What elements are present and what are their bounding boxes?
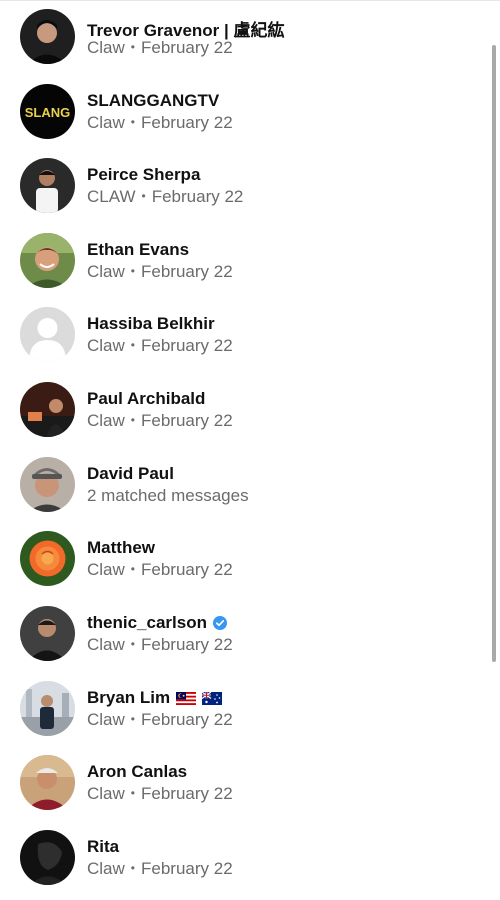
- message-meta: Claw • February 22: [87, 336, 233, 355]
- result-row[interactable]: Ethan Evans Claw • February 22: [0, 224, 490, 298]
- message-meta: Claw • February 22: [87, 38, 233, 57]
- contact-name: David Paul: [87, 464, 174, 483]
- default-avatar-icon: [20, 307, 75, 362]
- matched-messages-text: 2 matched messages: [87, 486, 249, 505]
- avatar: [20, 158, 75, 213]
- result-row[interactable]: David Paul 2 matched messages: [0, 448, 490, 522]
- contact-name: Rita: [87, 837, 120, 856]
- avatar: [20, 233, 75, 288]
- result-row[interactable]: Aron Canlas Claw • February 22: [0, 746, 490, 820]
- result-row[interactable]: Peirce Sherpa CLAW • February 22: [0, 149, 490, 223]
- avatar: [20, 382, 75, 437]
- avatar: [20, 531, 75, 586]
- avatar: [20, 681, 75, 736]
- australia-flag-icon: [202, 691, 223, 705]
- contact-name: Peirce Sherpa: [87, 165, 201, 184]
- scrollbar[interactable]: [492, 45, 496, 662]
- message-meta: Claw • February 22: [87, 262, 233, 281]
- avatar: [20, 830, 75, 885]
- contact-name: Matthew: [87, 538, 155, 557]
- message-meta: Claw • February 22: [87, 859, 233, 878]
- message-meta: Claw • February 22: [87, 411, 233, 430]
- result-row[interactable]: Paul Archibald Claw • February 22: [0, 373, 490, 447]
- avatar: [20, 457, 75, 512]
- avatar: [20, 755, 75, 810]
- avatar: [20, 606, 75, 661]
- contact-name: Hassiba Belkhir: [87, 314, 215, 333]
- result-row[interactable]: SLANG SLANGGANGTV Claw • February 22: [0, 75, 490, 149]
- message-meta: Claw • February 22: [87, 784, 233, 803]
- message-meta: Claw • February 22: [87, 113, 233, 132]
- avatar: [20, 9, 75, 64]
- contact-name: Ethan Evans: [87, 240, 190, 259]
- contact-name: SLANGGANGTV: [87, 91, 220, 110]
- contact-name: thenic_carlson: [87, 613, 227, 633]
- malaysia-flag-icon: [176, 691, 197, 705]
- message-meta: CLAW • February 22: [87, 187, 244, 206]
- contact-name: Aron Canlas: [87, 762, 188, 781]
- result-row[interactable]: Trevor Gravenor | 盧紀紘 Claw • February 22: [0, 0, 490, 74]
- slang-logo-text: SLANG: [25, 105, 71, 120]
- contact-name: Bryan Lim: [87, 688, 223, 708]
- contact-name: Paul Archibald: [87, 389, 206, 408]
- result-row[interactable]: Matthew Claw • February 22: [0, 522, 490, 596]
- result-row[interactable]: Bryan Lim Claw • February 22: [0, 672, 490, 746]
- result-row[interactable]: Hassiba Belkhir Claw • February 22: [0, 298, 490, 372]
- result-row[interactable]: thenic_carlson Claw • February 22: [0, 597, 490, 671]
- message-meta: Claw • February 22: [87, 560, 233, 579]
- message-meta: Claw • February 22: [87, 635, 233, 654]
- verified-badge-icon: [213, 616, 227, 630]
- result-row[interactable]: Rita Claw • February 22: [0, 821, 490, 895]
- message-meta: Claw • February 22: [87, 710, 233, 729]
- avatar: SLANG: [20, 84, 75, 139]
